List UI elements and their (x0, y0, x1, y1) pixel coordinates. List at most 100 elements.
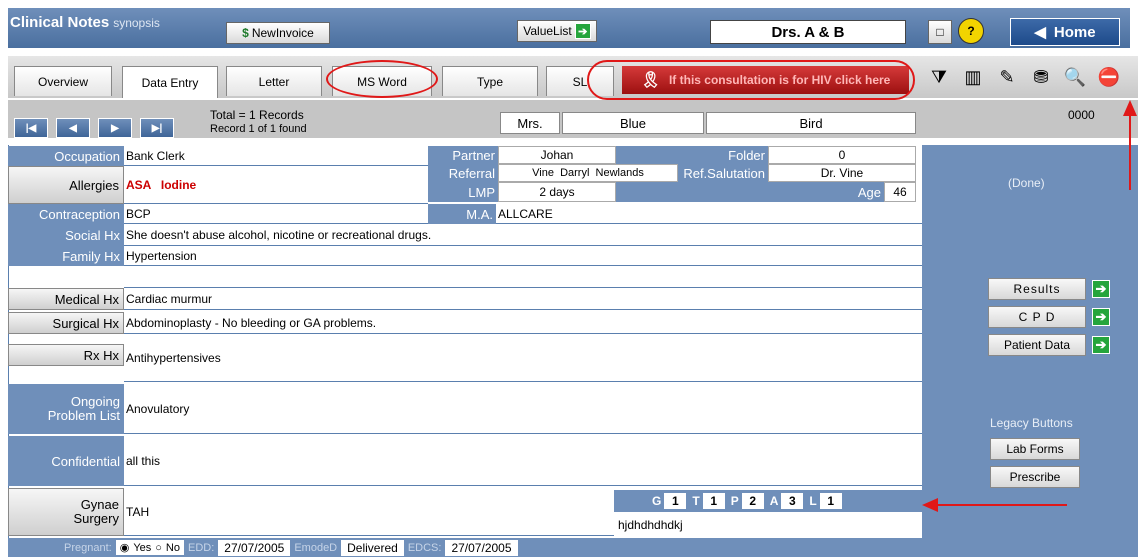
tab-type[interactable]: Type (442, 66, 538, 96)
help-icon[interactable]: ? (958, 18, 984, 44)
allergies-button[interactable]: Allergies (8, 166, 124, 204)
a-field[interactable]: 3 (781, 493, 804, 509)
doctors-display: Drs. A & B (710, 20, 906, 44)
partner-label: Partner (428, 146, 498, 164)
ongoing-label-line1: Ongoing (70, 394, 120, 409)
confidential-field[interactable]: all this (124, 436, 922, 486)
value-list-label: ValueList (523, 24, 572, 38)
export-icon[interactable]: ⛃ (1026, 62, 1056, 92)
referral-field[interactable]: Vine Darryl Newlands (498, 164, 678, 182)
annotation-circle-hiv (587, 60, 915, 100)
lab-forms-button[interactable]: Lab Forms (990, 438, 1080, 460)
annotation-arrow-up (1123, 100, 1137, 190)
gtpal-bar: G1 T1 P2 A3 L1 (614, 490, 922, 512)
folder-field[interactable]: 0 (768, 146, 916, 164)
record-count: Total = 1 Records Record 1 of 1 found (210, 108, 307, 136)
rx-hx-field[interactable]: Antihypertensives (124, 334, 922, 382)
results-button[interactable]: Results (988, 278, 1086, 300)
edcs-field[interactable]: 27/07/2005 (445, 539, 518, 556)
new-document-icon[interactable]: ✎ (992, 62, 1022, 92)
partner-field[interactable]: Johan (498, 146, 616, 164)
cpd-button[interactable]: C P D (988, 306, 1086, 328)
filter-icon[interactable]: ⧩ (924, 62, 954, 92)
pdf-icon[interactable]: ⛔ (1094, 62, 1124, 92)
ma-field[interactable]: ALLCARE (496, 204, 922, 224)
ongoing-label-line2: Problem List (47, 408, 120, 423)
medical-hx-field[interactable]: Cardiac murmur (124, 288, 922, 310)
pregnancy-bar: Pregnant: ◉ Yes ○ No EDD: 27/07/2005 Emode… (8, 538, 922, 557)
gynae-surgery-button[interactable]: Gynae Surgery (8, 488, 124, 536)
invoice-icon: $ (242, 26, 249, 40)
tab-letter[interactable]: Letter (226, 66, 322, 96)
l-label: L (809, 494, 817, 508)
home-button[interactable]: ◀ Home (1010, 18, 1120, 46)
allergies-field[interactable]: ASA Iodine (124, 166, 428, 204)
gynae-surgery-field[interactable]: TAH (124, 488, 614, 536)
edd-field[interactable]: 27/07/2005 (218, 539, 291, 556)
ref-salutation-field[interactable]: Dr. Vine (768, 164, 916, 182)
patient-first-name[interactable]: Blue (562, 112, 704, 134)
arrow-right-icon: ➔ (574, 23, 591, 39)
pregnant-label: Pregnant: (64, 541, 112, 554)
age-field[interactable]: 46 (884, 182, 916, 202)
radio-yes[interactable]: ◉ (120, 541, 130, 554)
patient-code: 0000 (1068, 108, 1095, 122)
contraception-field[interactable]: BCP (124, 204, 428, 224)
surgical-hx-field[interactable]: Abdominoplasty - No bleeding or GA probl… (124, 312, 922, 334)
results-arrow-icon[interactable]: ➔ (1092, 280, 1110, 298)
medical-hx-button[interactable]: Medical Hx (8, 288, 124, 310)
patient-last-name[interactable]: Bird (706, 112, 916, 134)
ref-salutation-label: Ref.Salutation (678, 164, 768, 182)
confidential-label: Confidential (8, 436, 124, 486)
cpd-arrow-icon[interactable]: ➔ (1092, 308, 1110, 326)
last-record-button[interactable]: ▶| (140, 118, 174, 138)
ongoing-problem-field[interactable]: Anovulatory (124, 384, 922, 434)
app-title: Clinical Notes synopsis (10, 14, 160, 31)
social-hx-field[interactable]: She doesn't abuse alcohol, nicotine or r… (124, 224, 922, 246)
p-field[interactable]: 2 (741, 493, 764, 509)
radio-no[interactable]: ○ (155, 542, 162, 554)
patient-data-arrow-icon[interactable]: ➔ (1092, 336, 1110, 354)
first-record-button[interactable]: |◀ (14, 118, 48, 138)
legacy-buttons-label: Legacy Buttons (990, 416, 1073, 430)
p-label: P (730, 494, 739, 508)
annotation-circle-msword (326, 60, 438, 98)
edcs-label: EDCS: (407, 541, 442, 554)
zoom-icon[interactable]: 🔍 (1060, 62, 1090, 92)
patient-data-button[interactable]: Patient Data (988, 334, 1086, 356)
done-status: (Done) (1008, 176, 1045, 190)
tab-overview[interactable]: Overview (14, 66, 112, 96)
lmp-label: LMP (428, 182, 498, 202)
radio-no-label: No (165, 541, 180, 554)
emode-field[interactable]: Delivered (341, 539, 404, 556)
value-list-button[interactable]: ValueList ➔ (517, 20, 597, 42)
family-hx-extra[interactable] (124, 266, 922, 288)
surgical-hx-button[interactable]: Surgical Hx (8, 312, 124, 334)
record-found: Record 1 of 1 found (210, 123, 307, 135)
app-subtitle: synopsis (113, 16, 160, 30)
gynae-label-line1: Gynae (80, 497, 119, 512)
tab-data-entry[interactable]: Data Entry (122, 66, 218, 98)
occupation-field[interactable]: Bank Clerk (124, 146, 428, 166)
chart-icon[interactable]: ▥ (958, 62, 988, 92)
l-field[interactable]: 1 (819, 493, 842, 509)
ma-label: M.A. (428, 204, 496, 224)
g-field[interactable]: 1 (664, 493, 687, 509)
family-hx-field[interactable]: Hypertension (124, 246, 922, 266)
rx-hx-button[interactable]: Rx Hx (8, 344, 124, 366)
patient-title[interactable]: Mrs. (500, 112, 560, 134)
next-record-button[interactable]: ▶ (98, 118, 132, 138)
lmp-field[interactable]: 2 days (498, 182, 616, 202)
referral-label: Referral (428, 164, 498, 182)
notes-field[interactable]: hjdhdhdhdkj (614, 512, 922, 538)
new-invoice-button[interactable]: $ NewInvoice (226, 22, 330, 44)
emode-label: EmodeD (294, 541, 338, 554)
family-hx-label: Family Hx (8, 246, 124, 266)
window-icon[interactable]: □ (928, 20, 952, 44)
previous-record-button[interactable]: ◀ (56, 118, 90, 138)
app-title-text: Clinical Notes (10, 14, 110, 31)
prescribe-button[interactable]: Prescribe (990, 466, 1080, 488)
t-field[interactable]: 1 (702, 493, 725, 509)
edd-label: EDD: (187, 541, 215, 554)
g-label: G (652, 494, 662, 508)
